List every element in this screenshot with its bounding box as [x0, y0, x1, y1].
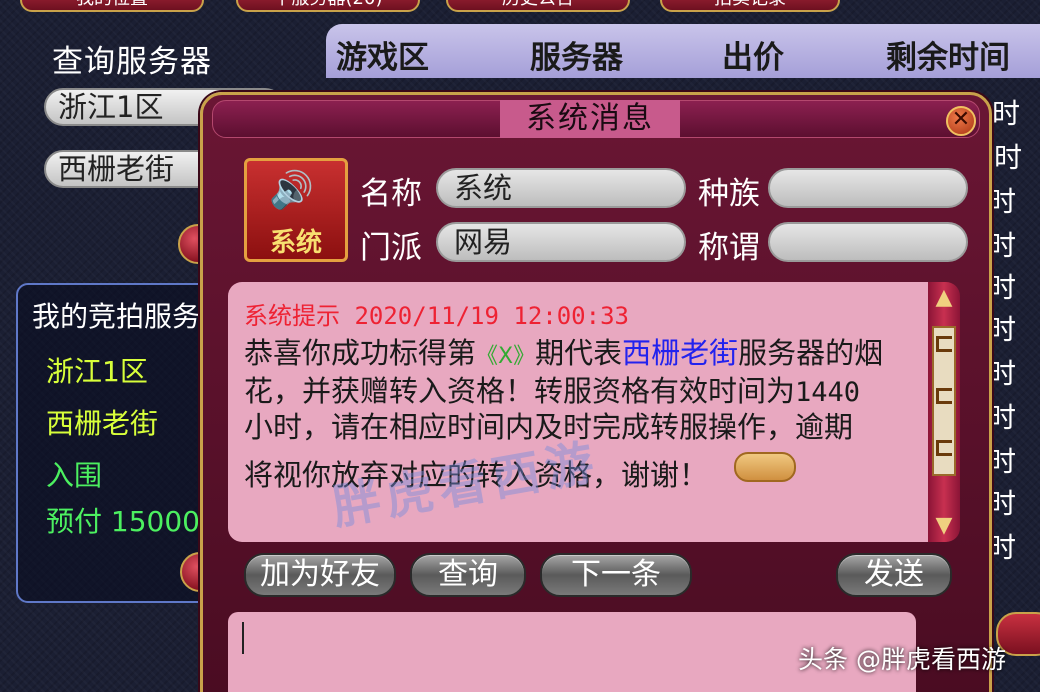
- remaining-cell: 时: [988, 313, 1017, 346]
- fret-ornament-icon: [936, 336, 952, 352]
- race-label: 种族: [698, 176, 760, 212]
- dialog-title: 系统消息: [500, 100, 680, 138]
- remaining-cell: 时: [988, 445, 1017, 478]
- tab-history[interactable]: 历史公告: [446, 0, 630, 12]
- scroll-up-icon[interactable]: ▲: [930, 284, 958, 312]
- title-label: 称谓: [698, 230, 760, 266]
- query-button[interactable]: 查询: [410, 553, 526, 597]
- server-link[interactable]: 西栅老街: [622, 336, 738, 370]
- message-header: 系统提示 2020/11/19 12:00:33: [244, 302, 629, 330]
- my-auction-status: 入围: [46, 459, 103, 492]
- sect-field: 网易: [436, 222, 686, 262]
- my-auction-prepay: 预付 15000: [46, 505, 200, 538]
- tab-auction-records[interactable]: 拍卖记录: [660, 0, 840, 12]
- my-auction-server: 西栅老街: [46, 407, 159, 440]
- tab-server-list[interactable]: 下服务器(20): [236, 0, 420, 12]
- name-label: 名称: [360, 176, 422, 212]
- my-auction-title: 我的竞拍服务: [32, 300, 201, 333]
- close-button[interactable]: ✕: [946, 106, 976, 136]
- handshake-emoji-icon: [734, 452, 796, 482]
- name-field: 系统: [436, 168, 686, 208]
- phase-number: 《X》: [476, 344, 536, 369]
- remaining-cell: 时: [994, 141, 1023, 174]
- remaining-cell: 时: [988, 271, 1017, 304]
- add-friend-button[interactable]: 加为好友: [244, 553, 396, 597]
- remaining-cell: 时: [988, 229, 1017, 262]
- remaining-cell: 时: [988, 401, 1017, 434]
- remaining-cell: 时: [988, 185, 1017, 218]
- tab-my-location[interactable]: 我的位置: [20, 0, 204, 12]
- footer-watermark: 头条 @胖虎看西游: [798, 645, 1006, 674]
- fret-ornament-icon: [936, 440, 952, 456]
- text-caret: [242, 622, 244, 654]
- scroll-down-icon[interactable]: ▼: [930, 512, 958, 540]
- speaker-icon: 🔊: [269, 170, 314, 211]
- fret-ornament-icon: [936, 388, 952, 404]
- col-remaining-time[interactable]: 剩余时间: [886, 32, 1010, 77]
- col-server[interactable]: 服务器: [530, 32, 623, 77]
- col-bid[interactable]: 出价: [722, 32, 784, 77]
- remaining-cell: 时: [988, 487, 1017, 520]
- message-line-1: 恭喜你成功标得第《X》期代表西栅老街服务器的烟: [244, 336, 884, 370]
- remaining-cell: 时: [988, 357, 1017, 390]
- title-field: [768, 222, 968, 262]
- system-avatar-label: 系统: [269, 228, 322, 258]
- query-server-title: 查询服务器: [52, 44, 212, 80]
- sect-label: 门派: [360, 230, 422, 266]
- next-message-button[interactable]: 下一条: [540, 553, 692, 597]
- my-auction-region: 浙江1区: [46, 355, 148, 388]
- col-game-zone[interactable]: 游戏区: [336, 32, 429, 77]
- remaining-cell: 时: [992, 97, 1021, 130]
- remaining-cell: 时: [988, 531, 1017, 564]
- send-button[interactable]: 发送: [836, 553, 952, 597]
- race-field: [768, 168, 968, 208]
